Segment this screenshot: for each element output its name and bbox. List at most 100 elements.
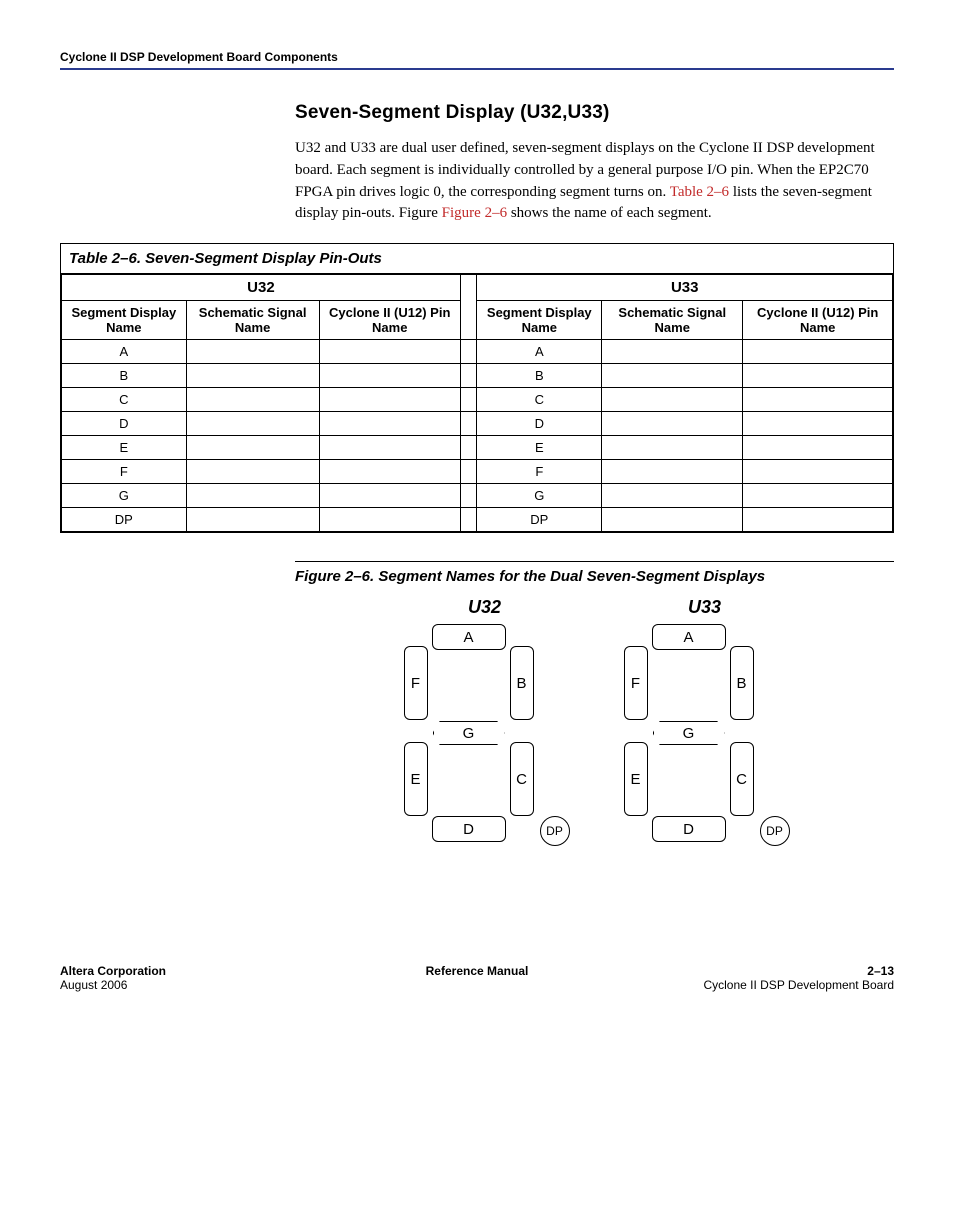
cell-seg-right: C (477, 388, 602, 412)
footer-right-top: 2–13 (867, 964, 894, 978)
page-footer: Altera Corporation August 2006 Reference… (60, 964, 894, 992)
body-text-part-3: shows the name of each segment. (507, 205, 712, 221)
col-head-sig-right: Schematic Signal Name (602, 301, 743, 340)
cell-pin-right (743, 484, 893, 508)
cell-sig-left (186, 388, 319, 412)
table-row: AA (62, 340, 893, 364)
col-head-seg-right: Segment Display Name (477, 301, 602, 340)
sevenseg-u32-title: U32 (400, 597, 570, 618)
cell-gap (460, 484, 477, 508)
cell-seg-right: F (477, 460, 602, 484)
footer-center: Reference Manual (426, 964, 529, 978)
sevenseg-u32-diagram: A B C D E F G DP (400, 624, 570, 844)
table-caption: Table 2–6. Seven-Segment Display Pin-Out… (61, 244, 893, 274)
cell-seg-right: E (477, 436, 602, 460)
cell-pin-left (319, 484, 460, 508)
segment-f-icon: F (624, 646, 648, 720)
cell-seg-right: B (477, 364, 602, 388)
footer-left-bottom: August 2006 (60, 978, 335, 992)
cell-sig-right (602, 340, 743, 364)
cell-sig-right (602, 508, 743, 532)
cell-pin-right (743, 364, 893, 388)
cell-sig-left (186, 340, 319, 364)
cell-seg-right: G (477, 484, 602, 508)
cell-pin-right (743, 460, 893, 484)
col-head-pin-left: Cyclone II (U12) Pin Name (319, 301, 460, 340)
table-group-u32: U32 (62, 275, 461, 301)
cell-seg-left: DP (62, 508, 187, 532)
cell-sig-left (186, 436, 319, 460)
cell-pin-right (743, 508, 893, 532)
cell-sig-left (186, 508, 319, 532)
cell-seg-left: F (62, 460, 187, 484)
table-group-u33: U33 (477, 275, 893, 301)
xref-figure-2-6[interactable]: Figure 2–6 (442, 205, 507, 221)
cell-pin-left (319, 340, 460, 364)
segment-dp-icon: DP (540, 816, 570, 846)
col-head-sig-left: Schematic Signal Name (186, 301, 319, 340)
cell-sig-left (186, 364, 319, 388)
segment-b-icon: B (730, 646, 754, 720)
cell-gap (460, 508, 477, 532)
segment-g-icon: G (653, 721, 725, 745)
cell-gap (460, 364, 477, 388)
segment-g-wrap: G (428, 720, 510, 746)
cell-sig-left (186, 460, 319, 484)
segment-d-icon: D (432, 816, 506, 842)
figure-caption: Figure 2–6. Segment Names for the Dual S… (295, 561, 894, 585)
cell-sig-right (602, 388, 743, 412)
cell-seg-left: B (62, 364, 187, 388)
footer-left-top: Altera Corporation (60, 964, 166, 978)
body-paragraph: U32 and U33 are dual user defined, seven… (295, 138, 894, 225)
table-gap (460, 275, 477, 340)
table-row: DP DP (62, 508, 893, 532)
segment-e-icon: E (404, 742, 428, 816)
segment-a-icon: A (652, 624, 726, 650)
xref-table-2-6[interactable]: Table 2–6 (670, 184, 729, 200)
segment-d-icon: D (652, 816, 726, 842)
table-row: CC (62, 388, 893, 412)
sevenseg-u33: U33 A B C D E F G DP (620, 597, 790, 844)
table-row: BB (62, 364, 893, 388)
table-row: FF (62, 460, 893, 484)
sevenseg-u32: U32 A B C D E F G DP (400, 597, 570, 844)
cell-pin-left (319, 388, 460, 412)
footer-right-bottom: Cyclone II DSP Development Board (619, 978, 894, 992)
cell-gap (460, 460, 477, 484)
cell-seg-left: D (62, 412, 187, 436)
cell-pin-left (319, 364, 460, 388)
cell-sig-right (602, 484, 743, 508)
table-row: GG (62, 484, 893, 508)
pinout-tbody: AABBCCDDEEFFGGDPDP (62, 340, 893, 532)
figure-2-6: U32 A B C D E F G DP U33 A B C (295, 597, 894, 844)
table-2-6: Table 2–6. Seven-Segment Display Pin-Out… (60, 243, 894, 533)
cell-pin-right (743, 388, 893, 412)
cell-pin-right (743, 436, 893, 460)
table-row: EE (62, 436, 893, 460)
segment-b-icon: B (510, 646, 534, 720)
cell-pin-left (319, 436, 460, 460)
cell-gap (460, 388, 477, 412)
segment-dp-icon: DP (760, 816, 790, 846)
cell-gap (460, 340, 477, 364)
segment-c-icon: C (730, 742, 754, 816)
segment-g-icon: G (433, 721, 505, 745)
cell-pin-left (319, 460, 460, 484)
cell-pin-left (319, 412, 460, 436)
sevenseg-u33-diagram: A B C D E F G DP (620, 624, 790, 844)
cell-seg-right: DP (477, 508, 602, 532)
running-head: Cyclone II DSP Development Board Compone… (60, 50, 894, 64)
cell-gap (460, 412, 477, 436)
cell-gap (460, 436, 477, 460)
header-rule (60, 68, 894, 70)
pinout-table: U32 U33 Segment Display Name Schematic S… (61, 274, 893, 532)
sevenseg-u33-title: U33 (620, 597, 790, 618)
segment-g-wrap: G (648, 720, 730, 746)
col-head-pin-right: Cyclone II (U12) Pin Name (743, 301, 893, 340)
cell-seg-left: C (62, 388, 187, 412)
col-head-seg-left: Segment Display Name (62, 301, 187, 340)
segment-f-icon: F (404, 646, 428, 720)
segment-e-icon: E (624, 742, 648, 816)
cell-sig-right (602, 412, 743, 436)
cell-seg-left: E (62, 436, 187, 460)
